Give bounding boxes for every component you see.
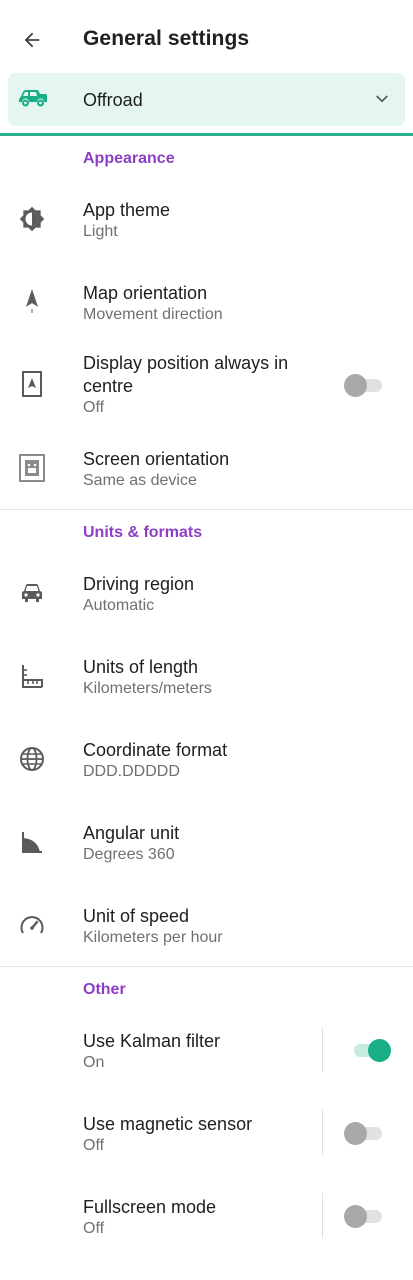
toggle-separator [322,1027,323,1072]
setting-title: Map orientation [83,283,208,303]
setting-title: Unit of speed [83,906,190,926]
setting-value: Off [83,1220,105,1237]
section-title-other: Other [83,981,126,998]
toggle-knob [344,374,367,397]
speedometer-icon [18,911,46,939]
navigation-arrow-icon [18,288,46,316]
setting-value: Light [83,223,118,240]
toggle-separator [322,1110,323,1155]
setting-value: On [83,1054,105,1071]
display-position-toggle[interactable] [344,373,386,397]
setting-value: Off [83,399,105,416]
kalman-filter-toggle[interactable] [352,1038,392,1062]
setting-title-line-2: centre [83,376,134,396]
profile-label: Offroad [83,90,143,110]
setting-units-of-length[interactable]: Units of length Kilometers/meters [0,643,413,709]
setting-unit-of-speed[interactable]: Unit of speed Kilometers per hour [0,892,413,958]
toggle-knob [344,1122,367,1145]
setting-value: Off [83,1137,105,1154]
setting-title-line-1: Display position always in [83,353,289,373]
setting-value: Degrees 360 [83,846,175,863]
section-divider [0,509,413,510]
section-title-units: Units & formats [83,524,203,541]
setting-map-orientation[interactable]: Map orientation Movement direction [0,269,413,335]
magnetic-sensor-toggle[interactable] [344,1121,386,1145]
app-bar: General settings [0,0,413,72]
position-center-icon [18,370,46,398]
setting-title: Driving region [83,574,195,594]
globe-icon [18,745,46,773]
screen-rotation-icon [18,454,46,482]
angle-icon [18,828,46,856]
setting-magnetic-sensor[interactable]: Use magnetic sensor Off [0,1100,413,1166]
setting-value: Same as device [83,472,197,489]
setting-value: Kilometers/meters [83,680,212,697]
arrow-back-icon [24,32,40,48]
setting-title: Angular unit [83,823,180,843]
setting-value: DDD.DDDDD [83,763,180,780]
setting-value: Kilometers per hour [83,929,223,946]
fullscreen-mode-toggle[interactable] [344,1204,386,1228]
setting-value: Automatic [83,597,155,614]
setting-title: Units of length [83,657,199,677]
setting-title: Fullscreen mode [83,1197,217,1217]
setting-coordinate-format[interactable]: Coordinate format DDD.DDDDD [0,726,413,792]
toggle-separator [322,1193,323,1238]
profile-accent-line [0,133,413,136]
toggle-knob [344,1205,367,1228]
setting-screen-orientation[interactable]: Screen orientation Same as device [0,435,413,501]
setting-app-theme[interactable]: App theme Light [0,186,413,252]
setting-display-position-centre[interactable]: Display position always in centre Off [0,347,413,425]
theme-icon [18,205,46,233]
setting-title: Screen orientation [83,449,230,469]
section-divider [0,966,413,967]
setting-title: Use magnetic sensor [83,1114,253,1134]
page-title: General settings [83,27,250,50]
profile-selector[interactable]: Offroad [8,73,405,126]
offroad-car-icon [18,89,48,114]
setting-kalman-filter[interactable]: Use Kalman filter On [0,1017,413,1083]
setting-value: Movement direction [83,306,223,323]
back-button[interactable] [14,22,50,58]
section-title-appearance: Appearance [83,150,175,167]
setting-driving-region[interactable]: Driving region Automatic [0,560,413,626]
setting-title: Coordinate format [83,740,228,760]
setting-title: App theme [83,200,171,220]
setting-fullscreen-mode[interactable]: Fullscreen mode Off [0,1183,413,1249]
setting-title: Use Kalman filter [83,1031,221,1051]
car-icon [18,579,46,607]
chevron-down-icon [373,90,391,113]
toggle-knob [368,1039,391,1062]
setting-angular-unit[interactable]: Angular unit Degrees 360 [0,809,413,875]
ruler-icon [18,662,46,690]
